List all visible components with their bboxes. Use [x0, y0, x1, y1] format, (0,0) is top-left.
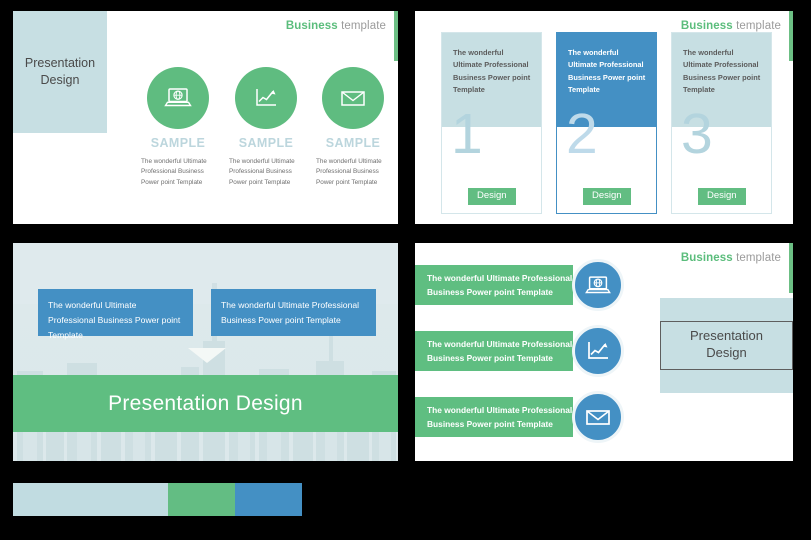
- card-text-2: The wonderful Ultimate Professional Busi…: [568, 48, 646, 95]
- sample-body-2: The wonderful Ultimate Professional Busi…: [229, 158, 295, 186]
- sample-body-1: The wonderful Ultimate Professional Busi…: [141, 158, 207, 186]
- presentation-design-label: Presentation Design: [660, 321, 793, 370]
- presentation-design-label: Presentation Design: [24, 56, 96, 87]
- callout-box-2[interactable]: The wonderful Ultimate Professional Busi…: [211, 289, 376, 336]
- design-button-2[interactable]: Design: [583, 188, 631, 205]
- brand-light: template: [732, 20, 781, 32]
- list-icon-badge-1: [572, 259, 624, 311]
- card-text-1: The wonderful Ultimate Professional Busi…: [453, 48, 531, 95]
- numbered-card-2[interactable]: The wonderful Ultimate Professional Busi…: [556, 32, 657, 214]
- card-number-2: 2: [566, 102, 598, 166]
- accent-bar-icon: [789, 243, 793, 293]
- laptop-globe-icon: [585, 275, 611, 293]
- brand-light: template: [337, 20, 386, 32]
- brand-label: Business template: [681, 20, 781, 32]
- slide-2-numbered-cards[interactable]: Business template The wonderful Ultimate…: [415, 11, 793, 224]
- circle-badge-1: [147, 67, 209, 129]
- brand-light: template: [732, 252, 781, 264]
- slide-4-icon-list[interactable]: Business template The wonderful Ultimate…: [415, 243, 793, 461]
- card-text-3: The wonderful Ultimate Professional Busi…: [683, 48, 761, 95]
- line-chart-icon: [256, 89, 276, 106]
- numbered-card-1[interactable]: The wonderful Ultimate Professional Busi…: [441, 32, 542, 214]
- card-number-3: 3: [681, 102, 713, 166]
- presentation-design-banner: Presentation Design: [13, 375, 398, 432]
- card-number-1: 1: [451, 102, 483, 166]
- envelope-icon: [341, 91, 365, 106]
- swatch-green[interactable]: [168, 483, 235, 516]
- callout-box-1[interactable]: The wonderful Ultimate Professional Busi…: [38, 289, 193, 340]
- brand-label: Business template: [681, 252, 781, 264]
- slide-deck-preview: Business template Presentation Design SA…: [0, 0, 811, 540]
- sample-body-3: The wonderful Ultimate Professional Busi…: [316, 158, 382, 186]
- line-chart-icon: [588, 342, 608, 359]
- list-icon-badge-3: [572, 391, 624, 443]
- sample-column-1[interactable]: SAMPLE The wonderful Ultimate Profession…: [139, 67, 217, 188]
- brand-label: Business template: [286, 20, 386, 32]
- sample-label-3: SAMPLE: [325, 136, 381, 150]
- brand-bold: Business: [285, 20, 338, 32]
- brand-bold: Business: [680, 20, 733, 32]
- swatch-light-blue[interactable]: [13, 483, 168, 516]
- circle-badge-3: [322, 67, 384, 129]
- sample-column-2[interactable]: SAMPLE The wonderful Ultimate Profession…: [227, 67, 305, 188]
- list-icon-badge-2: [572, 325, 624, 377]
- presentation-design-box: Presentation Design: [13, 11, 107, 133]
- down-triangle-icon: [188, 348, 226, 363]
- accent-bar-icon: [789, 11, 793, 61]
- numbered-card-3[interactable]: The wonderful Ultimate Professional Busi…: [671, 32, 772, 214]
- envelope-icon: [586, 410, 610, 425]
- sample-column-3[interactable]: SAMPLE The wonderful Ultimate Profession…: [314, 67, 392, 188]
- design-button-1[interactable]: Design: [468, 188, 516, 205]
- list-row-1[interactable]: The wonderful Ultimate Professional Busi…: [415, 265, 573, 305]
- circle-badge-2: [235, 67, 297, 129]
- brand-bold: Business: [680, 252, 733, 264]
- presentation-design-panel: Presentation Design: [660, 298, 793, 393]
- list-row-2[interactable]: The wonderful Ultimate Professional Busi…: [415, 331, 573, 371]
- swatch-blue[interactable]: [235, 483, 302, 516]
- color-swatch-strip: [13, 483, 302, 516]
- slide-1-sample-columns[interactable]: Business template Presentation Design SA…: [13, 11, 398, 224]
- sample-label-1: SAMPLE: [150, 136, 206, 150]
- sample-label-2: SAMPLE: [238, 136, 294, 150]
- banner-label: Presentation Design: [108, 391, 303, 415]
- laptop-globe-icon: [164, 88, 192, 107]
- list-row-3[interactable]: The wonderful Ultimate Professional Busi…: [415, 397, 573, 437]
- accent-bar-icon: [394, 11, 398, 61]
- design-button-3[interactable]: Design: [698, 188, 746, 205]
